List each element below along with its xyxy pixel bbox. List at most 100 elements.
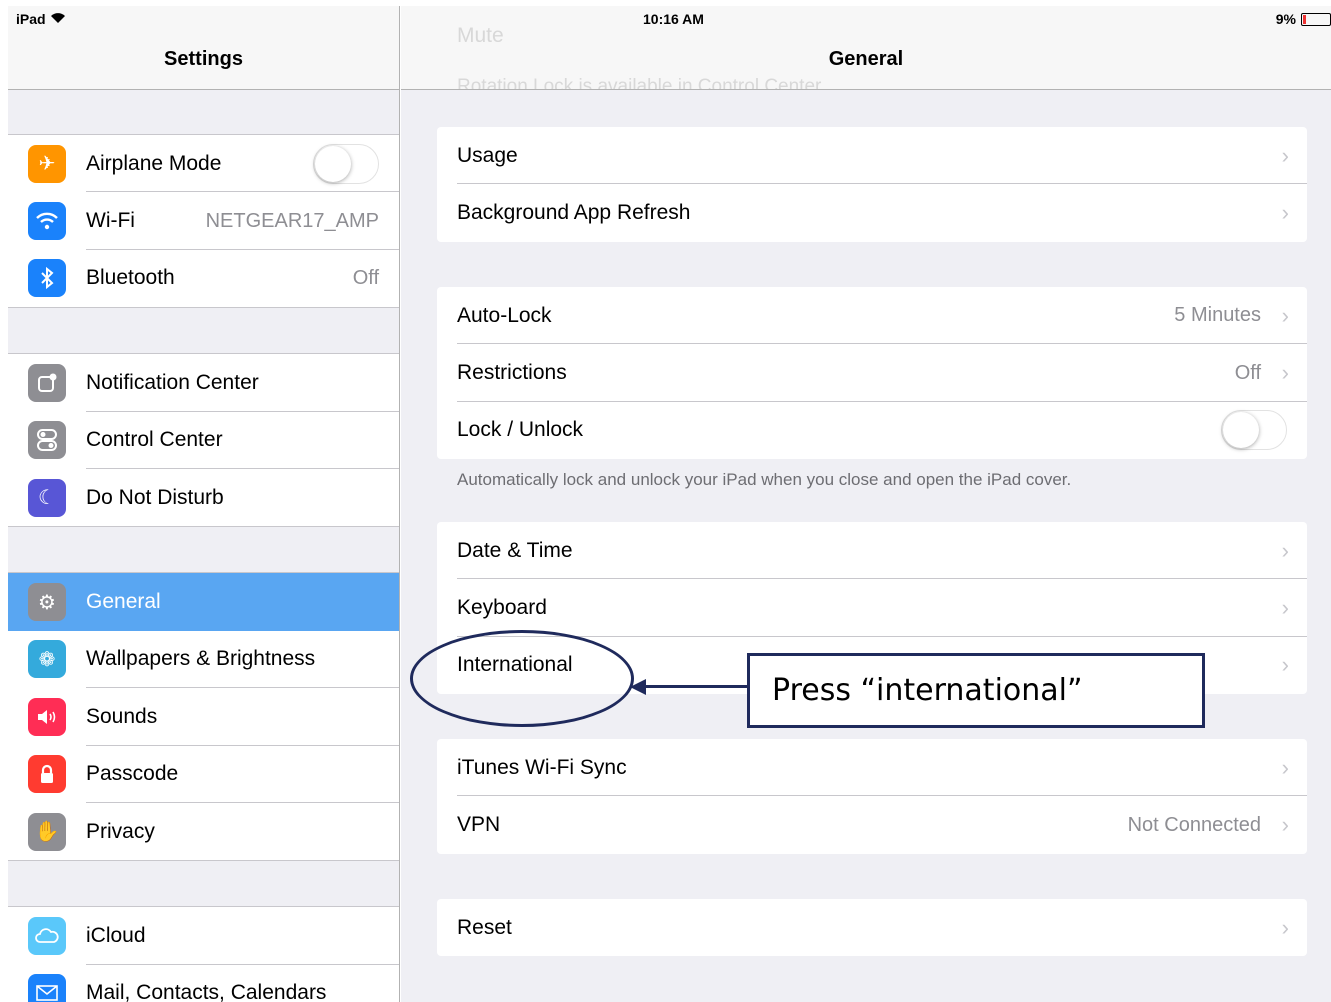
settings-sidebar: Settings ✈ Airplane Mode Wi-Fi NETGEAR17… [8, 6, 400, 1002]
battery-percent: 9% [1275, 11, 1296, 27]
sidebar-item-label: Do Not Disturb [86, 485, 224, 509]
sidebar-item-label: Privacy [86, 819, 155, 843]
sidebar-item-label: Notification Center [86, 370, 259, 394]
itunes-wifi-sync-row[interactable]: iTunes Wi-Fi Sync › [437, 739, 1307, 797]
airplane-mode-toggle[interactable] [313, 143, 379, 184]
row-label: VPN [457, 813, 501, 837]
sidebar-item-label: Passcode [86, 762, 179, 786]
row-label: Auto-Lock [457, 303, 552, 327]
sidebar-item-passcode[interactable]: Passcode [8, 746, 399, 803]
row-label: Usage [457, 143, 518, 167]
row-label: iTunes Wi-Fi Sync [457, 755, 627, 779]
sidebar-item-label: Control Center [86, 428, 223, 452]
carrier: iPad [16, 11, 66, 27]
sidebar-item-label: Wallpapers & Brightness [86, 647, 316, 671]
sidebar-item-sounds[interactable]: Sounds [8, 688, 399, 746]
usage-row[interactable]: Usage › [437, 127, 1307, 185]
lock-unlock-row: Lock / Unlock [437, 402, 1307, 459]
group-lock: Auto-Lock 5 Minutes › Restrictions Off ›… [437, 287, 1307, 460]
battery: 9% [1276, 11, 1331, 27]
bluetooth-icon [28, 259, 66, 298]
ghost-rotation-text: Rotation Lock is available in Control Ce… [457, 76, 826, 90]
sidebar-group-general: ⚙ General ❁ Wallpapers & Brightness Soun… [8, 572, 399, 862]
wifi-icon [28, 202, 66, 241]
chevron-right-icon: › [1281, 360, 1289, 386]
chevron-right-icon: › [1281, 754, 1289, 780]
sidebar-item-general[interactable]: ⚙ General [8, 573, 399, 631]
row-label: Keyboard [457, 596, 547, 620]
sidebar-item-label: General [86, 590, 161, 614]
sidebar-item-mail-contacts-calendars[interactable]: Mail, Contacts, Calendars [8, 965, 399, 1002]
background-app-refresh-row[interactable]: Background App Refresh › [437, 184, 1307, 241]
sidebar-item-privacy[interactable]: ✋ Privacy [8, 803, 399, 860]
lock-icon [28, 755, 66, 794]
sidebar-item-wallpapers-brightness[interactable]: ❁ Wallpapers & Brightness [8, 631, 399, 689]
sidebar-item-icloud[interactable]: iCloud [8, 907, 399, 965]
sidebar-item-label: Airplane Mode [86, 151, 222, 175]
cloud-icon [28, 916, 66, 955]
annotation-callout: Press “international” [747, 653, 1205, 728]
chevron-right-icon: › [1281, 302, 1289, 328]
moon-icon: ☾ [28, 478, 66, 517]
sidebar-item-wifi[interactable]: Wi-Fi NETGEAR17_AMP [8, 192, 399, 250]
sidebar-item-label: Mail, Contacts, Calendars [86, 981, 327, 1002]
sidebar-item-label: Wi-Fi [86, 209, 135, 233]
annotation-arrowhead [630, 679, 646, 695]
sidebar-group-accounts: iCloud Mail, Contacts, Calendars [8, 906, 399, 1002]
restrictions-row[interactable]: Restrictions Off › [437, 344, 1307, 402]
sidebar-item-do-not-disturb[interactable]: ☾ Do Not Disturb [8, 469, 399, 526]
lock-footnote: Automatically lock and unlock your iPad … [457, 470, 1072, 489]
gear-icon: ⚙ [28, 583, 66, 622]
row-label: Date & Time [457, 538, 573, 562]
sidebar-item-label: Bluetooth [86, 266, 175, 290]
auto-lock-row[interactable]: Auto-Lock 5 Minutes › [437, 287, 1307, 345]
speaker-icon [28, 697, 66, 736]
sidebar-item-bluetooth[interactable]: Bluetooth Off [8, 250, 399, 307]
lock-unlock-toggle[interactable] [1221, 410, 1287, 451]
sidebar-item-control-center[interactable]: Control Center [8, 412, 399, 469]
date-time-row[interactable]: Date & Time › [437, 522, 1307, 580]
bluetooth-value: Off [352, 266, 379, 289]
page-title: General [828, 48, 904, 70]
vpn-row[interactable]: VPN Not Connected › [437, 796, 1307, 853]
control-center-icon [28, 421, 66, 460]
clock: 10:16 AM [643, 11, 704, 27]
row-value: 5 Minutes [1174, 304, 1261, 327]
sidebar-group-centers: Notification Center Control Center ☾ Do … [8, 353, 399, 528]
wifi-signal-icon [50, 11, 66, 27]
battery-icon [1301, 12, 1331, 26]
chevron-right-icon: › [1281, 200, 1289, 226]
row-label: Restrictions [457, 361, 567, 385]
chevron-right-icon: › [1281, 595, 1289, 621]
hand-icon: ✋ [28, 812, 66, 851]
annotation-arrow [640, 685, 747, 688]
status-bar: iPad 10:16 AM 9% [8, 6, 1331, 32]
row-value: Off [1234, 361, 1261, 384]
notification-center-icon [28, 363, 66, 402]
row-label: Background App Refresh [457, 201, 691, 225]
group-reset: Reset › [437, 899, 1307, 957]
sidebar-group-connectivity: ✈ Airplane Mode Wi-Fi NETGEAR17_AMP Blue… [8, 134, 399, 309]
carrier-label: iPad [16, 11, 46, 27]
keyboard-row[interactable]: Keyboard › [437, 579, 1307, 637]
general-pane: Mute Rotation Lock is available in Contr… [401, 6, 1331, 1002]
sidebar-item-notification-center[interactable]: Notification Center [8, 354, 399, 412]
sidebar-title: Settings [164, 48, 243, 70]
chevron-right-icon: › [1281, 914, 1289, 940]
mail-icon [28, 974, 66, 1002]
reset-row[interactable]: Reset › [437, 899, 1307, 956]
row-value: Not Connected [1127, 813, 1261, 836]
sidebar-item-label: Sounds [86, 704, 158, 728]
chevron-right-icon: › [1281, 812, 1289, 838]
group-usage: Usage › Background App Refresh › [437, 127, 1307, 242]
group-sync: iTunes Wi-Fi Sync › VPN Not Connected › [437, 739, 1307, 854]
flower-icon: ❁ [28, 640, 66, 679]
row-label: Lock / Unlock [457, 418, 584, 442]
chevron-right-icon: › [1281, 142, 1289, 168]
sidebar-item-airplane-mode[interactable]: ✈ Airplane Mode [8, 135, 399, 193]
highlight-ellipse [410, 630, 634, 727]
row-label: Reset [457, 915, 512, 939]
sidebar-item-label: iCloud [86, 923, 146, 947]
chevron-right-icon: › [1281, 537, 1289, 563]
airplane-icon: ✈ [28, 144, 66, 183]
